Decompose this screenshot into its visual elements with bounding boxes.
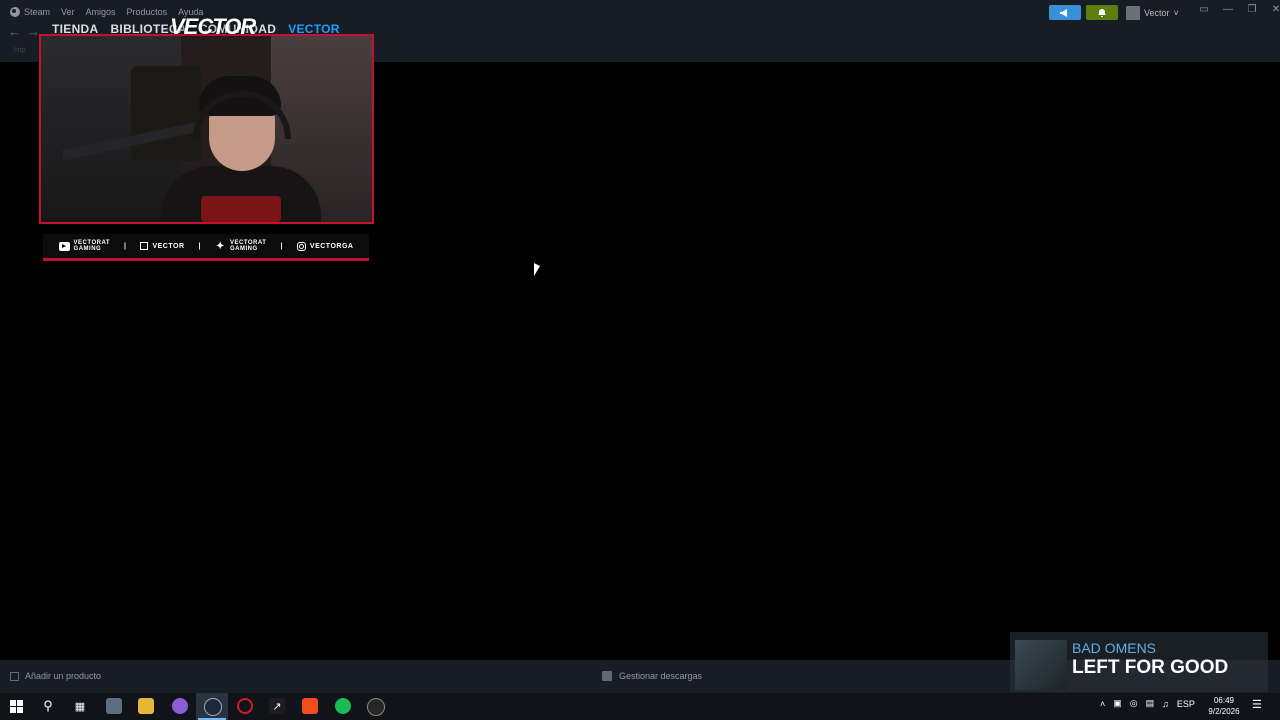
chrome-icon[interactable] xyxy=(172,698,188,714)
manage-downloads-button[interactable]: Gestionar descargas xyxy=(602,671,702,681)
instagram-icon xyxy=(296,241,306,251)
avatar xyxy=(1126,5,1140,20)
social-twitch: VECTOR xyxy=(140,242,184,250)
megaphone-icon xyxy=(1060,8,1067,17)
network-icon[interactable]: ▤ xyxy=(1146,698,1155,709)
separator: | xyxy=(124,242,127,250)
user-name: Vector xyxy=(1144,7,1170,18)
youtube-icon xyxy=(58,241,70,251)
search-icon[interactable]: ⚲ xyxy=(40,698,56,714)
downloads-icon xyxy=(602,671,612,681)
social-twitter-line2: GAMING xyxy=(229,246,258,252)
close-icon[interactable]: ✕ xyxy=(1264,4,1280,15)
restore-icon[interactable]: ❐ xyxy=(1240,4,1264,15)
menu-steam[interactable]: Steam xyxy=(24,7,50,17)
shirt-print xyxy=(201,196,281,222)
webcam-overlay xyxy=(39,34,374,224)
user-menu[interactable]: Vector ˅ xyxy=(1126,5,1179,20)
notifications-button[interactable] xyxy=(1086,5,1118,20)
mouse-cursor-icon xyxy=(534,263,540,276)
language-indicator[interactable]: ESP xyxy=(1177,699,1195,709)
social-youtube: VECTORAT GAMING xyxy=(58,240,110,252)
speaker-icon[interactable]: ♫ xyxy=(1162,699,1169,709)
tray-app-icon[interactable]: ▣ xyxy=(1113,698,1122,709)
system-tray: ˄ ▣ ◎ ▤ ♫ ESP xyxy=(1100,698,1195,709)
gaming-chair xyxy=(131,66,201,161)
steam-logo-icon[interactable] xyxy=(10,7,20,17)
album-art xyxy=(1015,640,1067,690)
separator: | xyxy=(280,242,283,250)
social-twitter: ✦ VECTORAT GAMING xyxy=(215,240,266,252)
vector-logo: VECTOR xyxy=(170,14,256,39)
now-playing-title: LEFT FOR GOOD xyxy=(1072,657,1229,678)
chevron-up-icon[interactable]: ˄ xyxy=(1100,699,1105,709)
social-twitch-label: VECTOR xyxy=(152,242,185,250)
brave-icon[interactable] xyxy=(302,698,318,714)
url-hint: http xyxy=(14,47,26,54)
twitter-icon: ✦ xyxy=(216,240,225,252)
taskbar-clock[interactable]: 06:49 9/2/2026 xyxy=(1204,695,1244,717)
chevron-down-icon: ˅ xyxy=(1173,7,1179,18)
announcements-button[interactable] xyxy=(1049,5,1081,20)
menu-amigos[interactable]: Amigos xyxy=(86,7,116,17)
menu-ver[interactable]: Ver xyxy=(61,7,75,17)
nav-arrows: ← → xyxy=(8,24,40,39)
task-view-icon[interactable]: ▦ xyxy=(72,698,88,714)
spotify-icon[interactable] xyxy=(335,698,351,714)
notification-center-icon[interactable]: ☰ xyxy=(1252,698,1266,712)
social-bar: VECTORAT GAMING | VECTOR | ✦ VECTORAT GAMI… xyxy=(43,234,369,261)
folder-icon[interactable] xyxy=(138,698,154,714)
add-icon xyxy=(10,671,19,681)
windows-start-icon[interactable] xyxy=(8,698,24,714)
microphone-icon[interactable]: ◎ xyxy=(1130,698,1138,709)
minimize-icon[interactable]: — xyxy=(1216,4,1240,15)
now-playing-artist: BAD OMENS xyxy=(1072,640,1157,656)
twitch-icon xyxy=(140,242,149,250)
bell-icon xyxy=(1098,9,1106,17)
big-picture-icon[interactable]: ▭ xyxy=(1192,4,1216,15)
social-youtube-line2: GAMING xyxy=(73,246,102,252)
clock-time: 06:49 xyxy=(1213,696,1235,705)
menu-productos[interactable]: Productos xyxy=(127,7,168,17)
add-product-label: Añadir un producto xyxy=(25,671,102,681)
social-instagram-label: VECTORGA xyxy=(309,242,354,250)
obs-icon[interactable] xyxy=(367,698,385,716)
window-controls: ▭ — ❐ ✕ xyxy=(1192,4,1280,15)
file-explorer-icon[interactable] xyxy=(106,698,122,714)
social-instagram: VECTORGA xyxy=(296,241,354,251)
clock-date: 9/2/2026 xyxy=(1208,707,1240,716)
manage-downloads-label: Gestionar descargas xyxy=(619,671,703,681)
opera-icon[interactable] xyxy=(237,698,253,714)
windows-taskbar xyxy=(0,693,1280,720)
back-arrow-icon[interactable]: ← xyxy=(8,24,21,39)
epic-icon[interactable]: ↗ xyxy=(269,698,285,714)
add-product-button[interactable]: Añadir un producto xyxy=(10,671,101,681)
separator: | xyxy=(198,242,201,250)
steam-icon[interactable] xyxy=(204,698,222,716)
